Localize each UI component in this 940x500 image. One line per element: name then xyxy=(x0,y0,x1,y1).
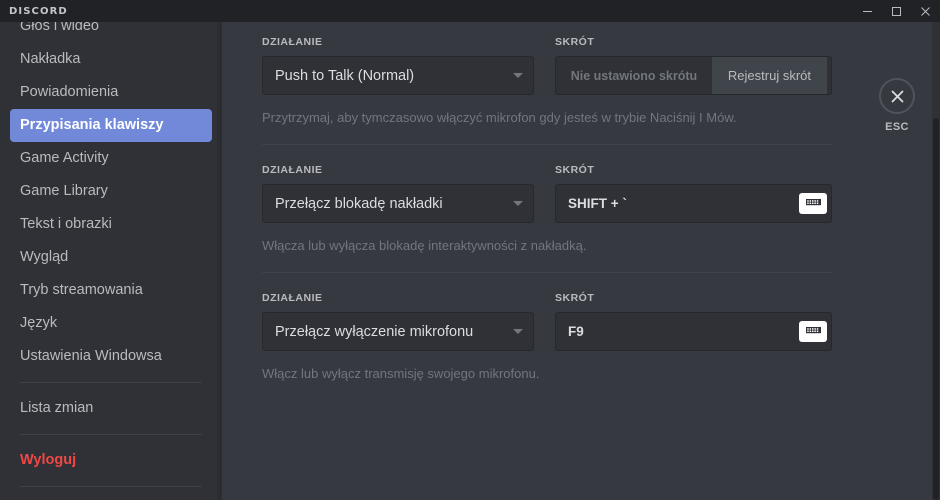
keybinds-scroll-area: DZIAŁANIE Push to Talk (Normal) SKRÓT Nie u… xyxy=(222,22,940,400)
content-scrollbar-thumb[interactable] xyxy=(933,118,939,500)
shortcut-column-header: SKRÓT xyxy=(555,36,595,48)
shortcut-column: SKRÓT F9 xyxy=(555,292,832,351)
sidebar-divider xyxy=(20,486,202,487)
close-icon[interactable] xyxy=(911,0,940,22)
chevron-down-icon xyxy=(513,329,523,334)
shortcut-field[interactable]: SHIFT + ` xyxy=(555,184,832,223)
maximize-icon[interactable] xyxy=(882,0,911,22)
shortcut-value: SHIFT + ` xyxy=(568,196,627,211)
shortcut-field[interactable]: F9 xyxy=(555,312,832,351)
keybind-description: Włącz lub wyłącz transmisję swojego mikr… xyxy=(262,366,540,381)
action-column: DZIAŁANIE Przełącz wyłączenie mikrofonu xyxy=(262,292,534,351)
sidebar-item-język[interactable]: Język xyxy=(10,307,212,340)
keybind-fields: DZIAŁANIE Przełącz wyłączenie mikrofonu SK… xyxy=(262,292,892,351)
sidebar-item-wyloguj[interactable]: Wyloguj xyxy=(10,444,212,477)
keybind-description: Przytrzymaj, aby tymczasowo włączyć mikr… xyxy=(262,110,737,125)
sidebar-item-powiadomienia[interactable]: Powiadomienia xyxy=(10,76,212,109)
action-select-value: Push to Talk (Normal) xyxy=(275,67,415,84)
action-select[interactable]: Push to Talk (Normal) xyxy=(262,56,534,95)
sidebar-item-nakładka[interactable]: Nakładka xyxy=(10,43,212,76)
settings-sidebar: Głos i wideo Nakładka Powiadomienia Przypis… xyxy=(0,22,222,500)
minimize-icon[interactable] xyxy=(853,0,882,22)
action-select[interactable]: Przełącz wyłączenie mikrofonu xyxy=(262,312,534,351)
close-x-icon xyxy=(891,90,903,102)
shortcut-placeholder: Nie ustawiono skrótu xyxy=(570,68,698,83)
action-column: DZIAŁANIE Przełącz blokadę nakładki xyxy=(262,164,534,223)
window-controls xyxy=(853,0,940,22)
shortcut-value: F9 xyxy=(568,324,584,339)
keybinds-panel: DZIAŁANIE Push to Talk (Normal) SKRÓT Nie u… xyxy=(222,22,940,500)
title-bar: DISCORD xyxy=(0,0,940,22)
action-select-value: Przełącz wyłączenie mikrofonu xyxy=(275,323,474,340)
keybind-row: DZIAŁANIE Przełącz blokadę nakładki SKRÓT S… xyxy=(262,145,892,272)
action-select[interactable]: Przełącz blokadę nakładki xyxy=(262,184,534,223)
sidebar-divider xyxy=(20,382,202,383)
action-column: DZIAŁANIE Push to Talk (Normal) xyxy=(262,36,534,95)
esc-label: ESC xyxy=(885,121,909,133)
keybind-fields: DZIAŁANIE Przełącz blokadę nakładki SKRÓT S… xyxy=(262,164,892,223)
close-settings-panel: ESC xyxy=(867,78,927,133)
sidebar-item-tryb-streamowania[interactable]: Tryb streamowania xyxy=(10,274,212,307)
keybind-description: Włącza lub wyłącza blokadę interaktywnoś… xyxy=(262,238,587,253)
shortcut-column: SKRÓT Nie ustawiono skrótu Rejestruj skrót xyxy=(555,36,832,95)
sidebar-item-wygląd[interactable]: Wygląd xyxy=(10,241,212,274)
action-select-value: Przełącz blokadę nakładki xyxy=(275,195,443,212)
sidebar-divider xyxy=(20,434,202,435)
shortcut-column-header: SKRÓT xyxy=(555,292,595,304)
keyboard-icon[interactable] xyxy=(799,321,827,342)
sidebar-item-tekst-i-obrazki[interactable]: Tekst i obrazki xyxy=(10,208,212,241)
content-scrollbar[interactable] xyxy=(932,22,940,500)
action-column-header: DZIAŁANIE xyxy=(262,292,323,304)
action-column-header: DZIAŁANIE xyxy=(262,36,323,48)
close-settings-button[interactable] xyxy=(879,78,915,114)
discord-wordmark: DISCORD xyxy=(9,5,68,17)
shortcut-field[interactable]: Nie ustawiono skrótu Rejestruj skrót xyxy=(555,56,832,95)
shortcut-column: SKRÓT SHIFT + ` xyxy=(555,164,832,223)
shortcut-column-header: SKRÓT xyxy=(555,164,595,176)
keybind-row: DZIAŁANIE Przełącz wyłączenie mikrofonu SK… xyxy=(262,273,892,400)
sidebar-item-przypisania-klawiszy[interactable]: Przypisania klawiszy xyxy=(10,109,212,142)
sidebar-scroll-area: Głos i wideo Nakładka Powiadomienia Przypis… xyxy=(0,22,222,500)
action-column-header: DZIAŁANIE xyxy=(262,164,323,176)
sidebar-item-ustawienia-windowsa[interactable]: Ustawienia Windowsa xyxy=(10,340,212,373)
keyboard-icon[interactable] xyxy=(799,193,827,214)
keybind-row: DZIAŁANIE Push to Talk (Normal) SKRÓT Nie u… xyxy=(262,22,892,144)
sidebar-item-głos-i-wideo[interactable]: Głos i wideo xyxy=(10,22,212,43)
chevron-down-icon xyxy=(513,201,523,206)
record-shortcut-button[interactable]: Rejestruj skrót xyxy=(711,57,827,94)
sidebar-item-lista-zmian[interactable]: Lista zmian xyxy=(10,392,212,425)
keybind-fields: DZIAŁANIE Push to Talk (Normal) SKRÓT Nie u… xyxy=(262,36,892,95)
sidebar-item-game-library[interactable]: Game Library xyxy=(10,175,212,208)
sidebar-item-game-activity[interactable]: Game Activity xyxy=(10,142,212,175)
settings-window: Głos i wideo Nakładka Powiadomienia Przypis… xyxy=(0,22,940,500)
chevron-down-icon xyxy=(513,73,523,78)
